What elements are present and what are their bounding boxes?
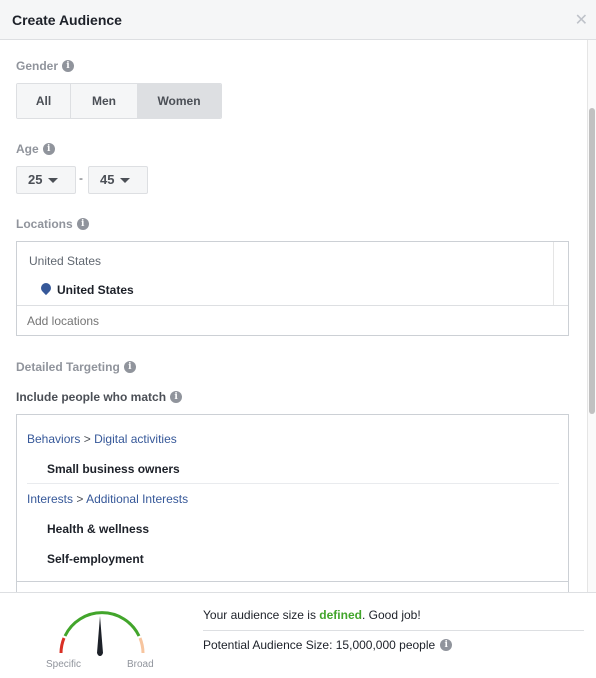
audience-gauge — [59, 611, 145, 656]
targeting-box: Behaviors > Digital activities Small bus… — [16, 414, 569, 614]
status-word: defined — [319, 608, 362, 622]
gauge-needle — [97, 616, 103, 656]
audience-status: Your audience size is defined. Good job! — [203, 608, 421, 622]
status-suffix: . Good job! — [361, 608, 421, 622]
locations-scrollbar[interactable] — [553, 242, 568, 305]
audience-footer: Specific Broad Your audience size is def… — [0, 592, 596, 678]
age-separator: - — [79, 171, 83, 185]
gauge-broad-label: Broad — [127, 659, 154, 670]
dialog-header: Create Audience ✕ — [0, 0, 596, 40]
breadcrumb-separator: > — [76, 492, 84, 506]
dialog-title: Create Audience — [12, 12, 122, 28]
age-max-select[interactable]: 45 — [88, 166, 148, 194]
locations-box: United States United States — [16, 241, 569, 336]
gender-women-button[interactable]: Women — [137, 84, 221, 118]
gauge-specific-segment — [59, 637, 66, 654]
age-label: Age i — [16, 142, 55, 156]
locations-label: Locations i — [16, 217, 89, 231]
breadcrumb-subcategory[interactable]: Additional Interests — [86, 492, 188, 506]
gauge-broad-segment — [138, 637, 145, 654]
location-pin-icon — [38, 280, 54, 296]
targeting-breadcrumb-behaviors[interactable]: Behaviors > Digital activities — [27, 432, 177, 446]
potential-audience-text: Potential Audience Size: 15,000,000 peop… — [203, 638, 436, 652]
gender-label-text: Gender — [16, 59, 59, 73]
age-min-select[interactable]: 25 — [16, 166, 76, 194]
breadcrumb-subcategory[interactable]: Digital activities — [94, 432, 177, 446]
detailed-targeting-text: Detailed Targeting — [16, 360, 120, 374]
potential-audience: Potential Audience Size: 15,000,000 peop… — [203, 638, 453, 652]
targeting-item: Small business owners — [47, 462, 180, 476]
selected-location: United States — [57, 283, 134, 297]
include-label: Include people who match i — [16, 390, 183, 404]
caret-down-icon — [120, 178, 131, 184]
gender-all-button[interactable]: All — [17, 84, 71, 118]
include-label-text: Include people who match — [16, 390, 167, 404]
info-icon[interactable]: i — [62, 60, 75, 72]
info-icon[interactable]: i — [170, 391, 183, 403]
info-icon[interactable]: i — [42, 143, 55, 155]
gender-men-button[interactable]: Men — [71, 84, 137, 118]
gauge-specific-label: Specific — [46, 659, 82, 670]
targeting-item: Health & wellness — [47, 522, 150, 536]
targeting-item: Self-employment — [47, 552, 144, 566]
close-icon[interactable]: ✕ — [575, 10, 588, 30]
scrollbar-thumb[interactable] — [589, 108, 595, 414]
location-group: United States — [29, 254, 102, 268]
status-prefix: Your audience size is — [203, 608, 320, 622]
breadcrumb-separator: > — [83, 432, 91, 446]
breadcrumb-category[interactable]: Behaviors — [27, 432, 80, 446]
targeting-breadcrumb-interests[interactable]: Interests > Additional Interests — [27, 492, 188, 506]
info-icon[interactable]: i — [123, 361, 136, 373]
detailed-targeting-label: Detailed Targeting i — [16, 360, 136, 374]
info-icon[interactable]: i — [76, 218, 89, 230]
age-max-value: 45 — [100, 172, 115, 187]
age-label-text: Age — [16, 142, 39, 156]
gauge-defined-segment — [63, 611, 141, 637]
gender-selector: All Men Women — [16, 83, 222, 119]
age-min-value: 25 — [28, 172, 43, 187]
info-icon[interactable]: i — [440, 639, 453, 651]
add-locations-input[interactable] — [17, 306, 568, 335]
caret-down-icon — [48, 178, 59, 184]
locations-label-text: Locations — [16, 217, 73, 231]
gender-label: Gender i — [16, 59, 75, 73]
scrollbar-track[interactable] — [587, 40, 596, 592]
breadcrumb-category[interactable]: Interests — [27, 492, 73, 506]
